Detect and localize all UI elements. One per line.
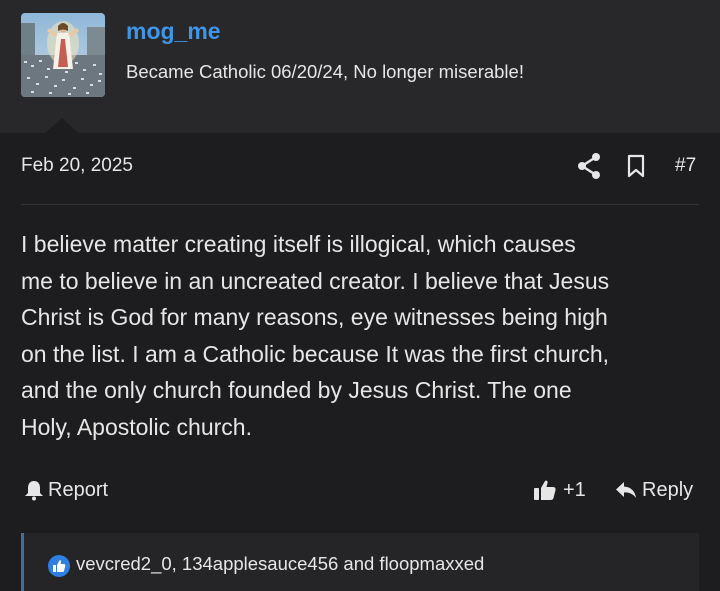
username[interactable]: mog_me	[126, 18, 221, 45]
user-title: Became Catholic 06/20/24, No longer mise…	[126, 61, 524, 82]
divider	[21, 204, 699, 205]
share-icon[interactable]	[576, 152, 602, 180]
post-body-line: me to believe in an uncreated creator. I…	[21, 267, 610, 294]
post-body-line: Christ is God for many reasons, eye witn…	[21, 304, 608, 331]
bookmark-icon[interactable]	[625, 154, 647, 178]
header-pointer	[45, 118, 79, 133]
post-body-line: on the list. I am a Catholic because It …	[21, 340, 610, 367]
report-label: Report	[48, 478, 109, 501]
post-number[interactable]: #7	[675, 155, 696, 177]
like-button[interactable]: +1	[533, 477, 586, 503]
post-date[interactable]: Feb 20, 2025	[21, 155, 133, 177]
reactions-bar: vevcred2_0, 134applesauce456 and floopma…	[21, 533, 699, 591]
post-body-line: I believe matter creating itself is illo…	[21, 231, 576, 257]
reply-label: Reply	[642, 478, 694, 501]
reactors-list[interactable]: vevcred2_0, 134applesauce456 and floopma…	[76, 553, 484, 575]
reply-button[interactable]: Reply	[615, 477, 693, 503]
thumbs-up-icon	[534, 480, 556, 500]
post-body-line: and the only church founded by Jesus Chr…	[21, 377, 572, 404]
bell-icon	[25, 481, 43, 501]
post-body-line: Holy, Apostolic church.	[21, 413, 252, 440]
avatar[interactable]	[21, 13, 105, 97]
reply-arrow-icon	[616, 482, 636, 498]
like-count: +1	[563, 478, 586, 501]
like-badge-icon	[48, 555, 70, 577]
post-body: I believe matter creating itself is illo…	[21, 226, 711, 446]
user-header: mog_me Became Catholic 06/20/24, No long…	[0, 0, 720, 133]
report-button[interactable]: Report	[23, 477, 108, 503]
avatar-image	[21, 13, 105, 97]
